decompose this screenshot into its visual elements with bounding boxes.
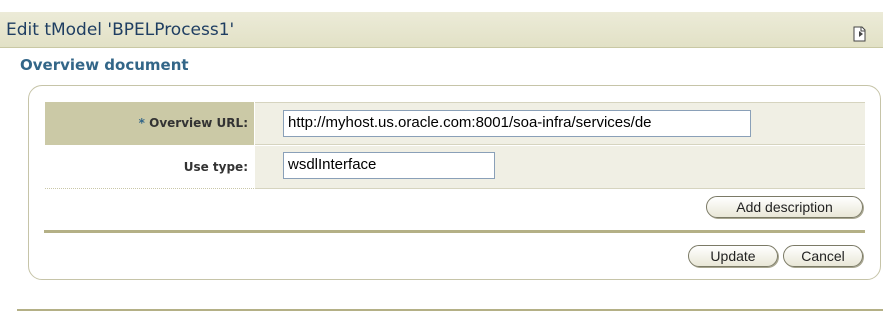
document-icon[interactable]	[853, 26, 866, 42]
panel-divider	[44, 230, 865, 233]
page-bottom-divider	[17, 309, 883, 311]
add-description-button[interactable]: Add description	[706, 196, 863, 218]
use-type-label: Use type:	[183, 160, 248, 174]
overview-url-label: * Overview URL:	[122, 116, 248, 130]
overview-url-input[interactable]: http://myhost.us.oracle.com:8001/soa-inf…	[283, 110, 751, 137]
page-title: Edit tModel 'BPELProcess1'	[6, 20, 235, 40]
update-button[interactable]: Update	[688, 245, 778, 267]
use-type-input[interactable]: wsdlInterface	[283, 152, 495, 179]
required-marker: *	[138, 116, 145, 130]
cancel-button[interactable]: Cancel	[783, 245, 863, 267]
overview-url-label-text: Overview URL:	[149, 116, 248, 130]
section-title: Overview document	[20, 56, 189, 74]
